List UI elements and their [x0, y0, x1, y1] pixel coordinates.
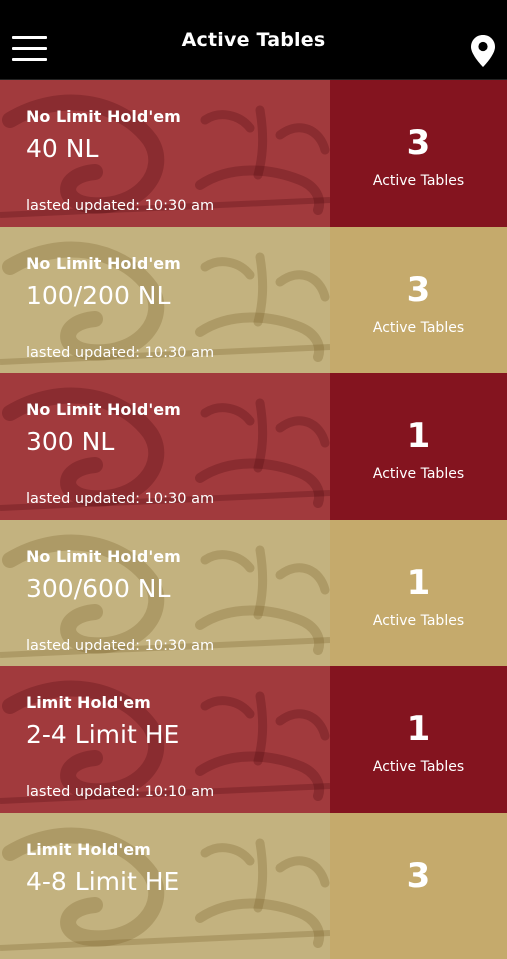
table-row[interactable]: Limit Hold'em 2-4 Limit HE lasted update… [0, 666, 507, 813]
table-row[interactable]: No Limit Hold'em 100/200 NL lasted updat… [0, 227, 507, 374]
table-row[interactable]: No Limit Hold'em 300/600 NL lasted updat… [0, 520, 507, 667]
game-info-panel: No Limit Hold'em 300/600 NL lasted updat… [0, 520, 330, 667]
tables-list: No Limit Hold'em 40 NL lasted updated: 1… [0, 80, 507, 959]
stakes-label: 40 NL [26, 134, 330, 163]
game-type: No Limit Hold'em [26, 400, 330, 419]
game-type: No Limit Hold'em [26, 547, 330, 566]
active-table-count: 1 [407, 711, 431, 747]
stakes-label: 100/200 NL [26, 281, 330, 310]
last-updated-text: lasted updated: 10:30 am [26, 491, 214, 507]
table-row[interactable]: No Limit Hold'em 40 NL lasted updated: 1… [0, 80, 507, 227]
page-title: Active Tables [182, 29, 326, 51]
game-type: Limit Hold'em [26, 840, 330, 859]
active-tables-label: Active Tables [373, 466, 464, 482]
game-info-panel: No Limit Hold'em 300 NL lasted updated: … [0, 373, 330, 520]
stakes-label: 300 NL [26, 427, 330, 456]
game-info-panel: No Limit Hold'em 100/200 NL lasted updat… [0, 227, 330, 374]
stakes-label: 2-4 Limit HE [26, 720, 330, 749]
hamburger-menu-icon[interactable] [12, 36, 47, 61]
active-tables-label: Active Tables [373, 613, 464, 629]
active-count-panel: 1 Active Tables [330, 520, 507, 667]
active-tables-label: Active Tables [373, 173, 464, 189]
active-tables-label: Active Tables [373, 759, 464, 775]
top-nav-bar: Active Tables [0, 0, 507, 80]
last-updated-text: lasted updated: 10:10 am [26, 784, 214, 800]
game-info-panel: Limit Hold'em 4-8 Limit HE [0, 813, 330, 959]
active-count-panel: 3 Active Tables [330, 80, 507, 227]
active-count-panel: 1 Active Tables [330, 373, 507, 520]
active-count-panel: 3 [330, 813, 507, 959]
location-pin-icon[interactable] [470, 34, 496, 68]
stakes-label: 4-8 Limit HE [26, 867, 330, 896]
active-table-count: 3 [407, 125, 431, 161]
last-updated-text: lasted updated: 10:30 am [26, 638, 214, 654]
active-tables-label: Active Tables [373, 320, 464, 336]
stakes-label: 300/600 NL [26, 574, 330, 603]
active-count-panel: 1 Active Tables [330, 666, 507, 813]
active-count-panel: 3 Active Tables [330, 227, 507, 374]
game-type: Limit Hold'em [26, 693, 330, 712]
active-table-count: 3 [407, 858, 431, 894]
active-table-count: 1 [407, 418, 431, 454]
game-info-panel: Limit Hold'em 2-4 Limit HE lasted update… [0, 666, 330, 813]
table-row[interactable]: No Limit Hold'em 300 NL lasted updated: … [0, 373, 507, 520]
active-table-count: 3 [407, 272, 431, 308]
last-updated-text: lasted updated: 10:30 am [26, 345, 214, 361]
game-info-panel: No Limit Hold'em 40 NL lasted updated: 1… [0, 80, 330, 227]
last-updated-text: lasted updated: 10:30 am [26, 198, 214, 214]
table-row[interactable]: Limit Hold'em 4-8 Limit HE 3 [0, 813, 507, 959]
game-type: No Limit Hold'em [26, 107, 330, 126]
game-type: No Limit Hold'em [26, 254, 330, 273]
active-table-count: 1 [407, 565, 431, 601]
